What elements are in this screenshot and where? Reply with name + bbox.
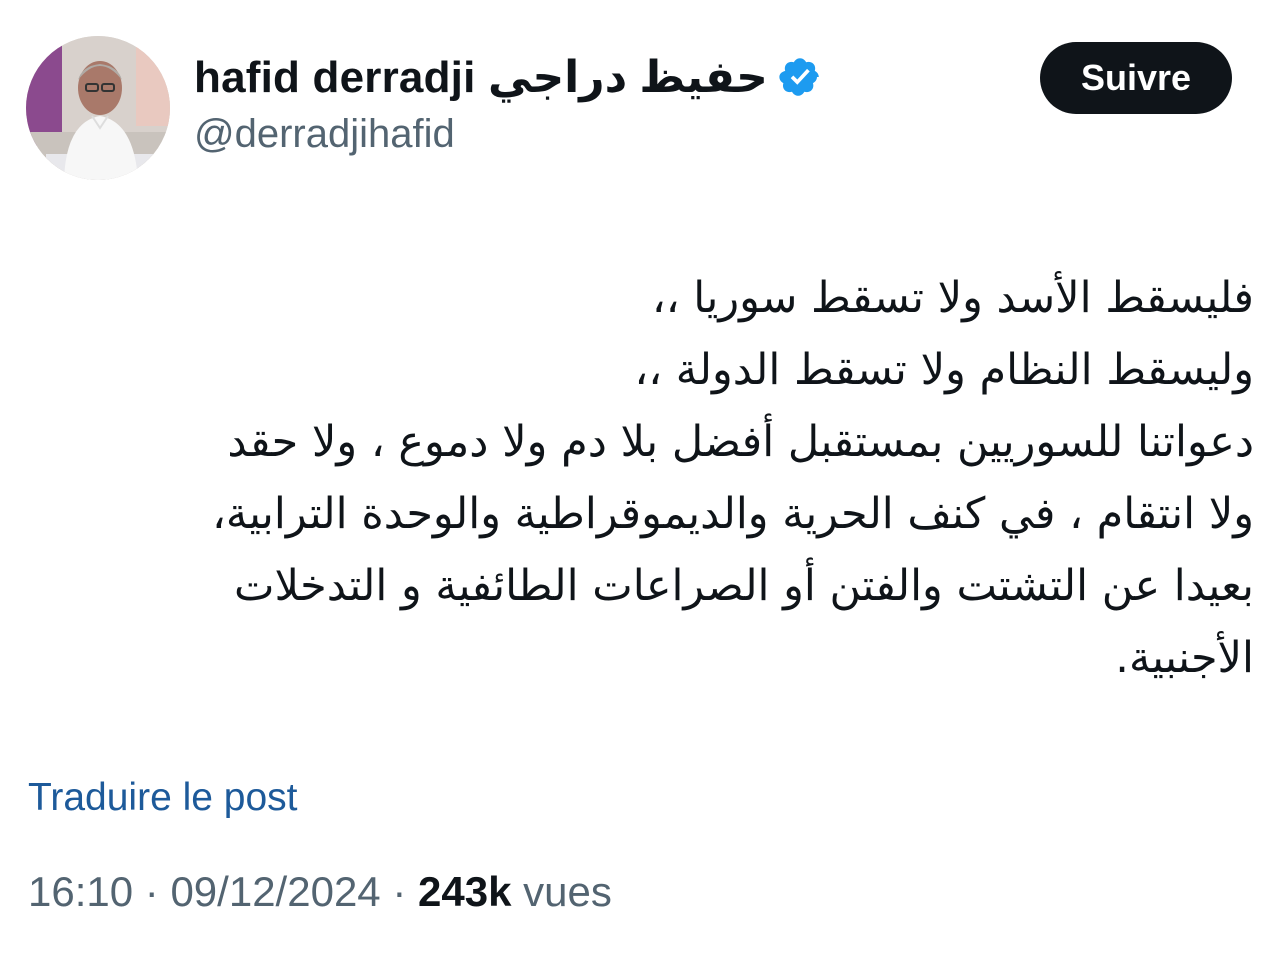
meta-separator: · [144, 868, 159, 915]
post-header: hafid derradji حفيظ دراجي @derradjihafid… [26, 36, 1258, 186]
post-date[interactable]: 09/12/2024 [170, 868, 380, 915]
avatar[interactable] [26, 36, 170, 180]
post-line: وليسقط النظام ولا تسقط الدولة ،، [634, 345, 1254, 395]
post-line: فليسقط الأسد ولا تسقط سوريا ،، [651, 273, 1254, 323]
follow-button[interactable]: Suivre [1040, 42, 1232, 114]
author-info: hafid derradji حفيظ دراجي @derradjihafid [194, 48, 822, 157]
views-count: 243k [418, 868, 512, 915]
post-line: الأجنبية. [1115, 633, 1254, 683]
display-name[interactable]: hafid derradji حفيظ دراجي [194, 52, 768, 103]
meta-separator: · [392, 868, 407, 915]
post-meta: 16:10 · 09/12/2024 · 243k vues [28, 868, 612, 916]
post-line: دعواتنا للسوريين بمستقبل أفضل بلا دم ولا… [227, 417, 1254, 467]
verified-badge-icon [778, 55, 822, 99]
post-line: بعيدا عن التشتت والفتن أو الصراعات الطائ… [233, 561, 1254, 611]
post-body: فليسقط الأسد ولا تسقط سوريا ،، وليسقط ال… [40, 262, 1254, 694]
translate-post-link[interactable]: Traduire le post [28, 776, 298, 820]
post-time[interactable]: 16:10 [28, 868, 133, 915]
name-row: hafid derradji حفيظ دراجي [194, 48, 822, 106]
post-line: ولا انتقام ، في كنف الحرية والديموقراطية… [212, 489, 1254, 539]
author-handle[interactable]: @derradjihafid [194, 112, 822, 157]
views-label: vues [523, 868, 612, 915]
avatar-photo [26, 36, 170, 180]
